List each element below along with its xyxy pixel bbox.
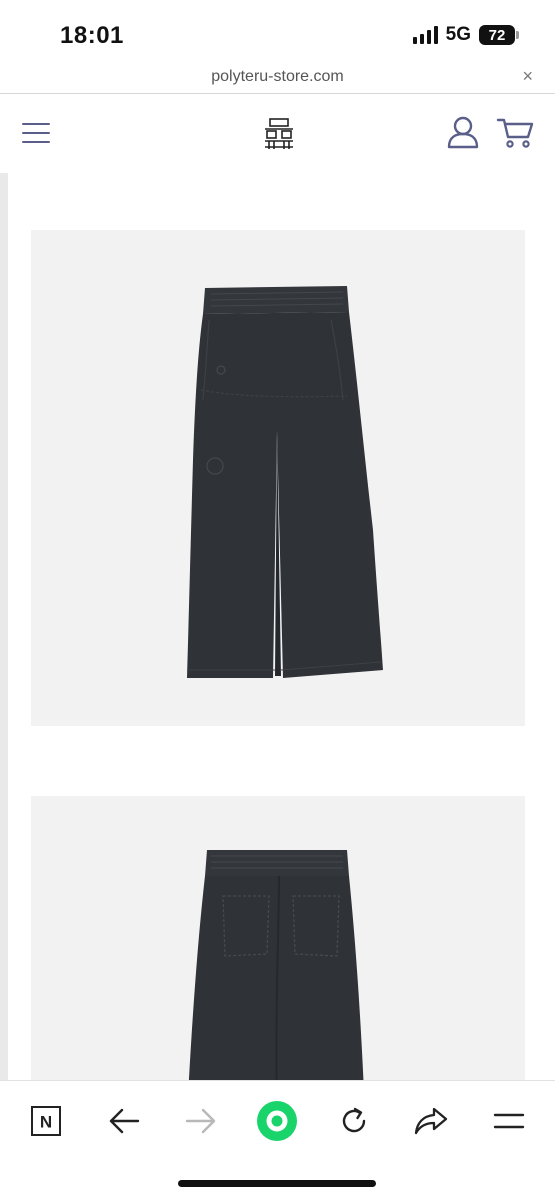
- pants-front-image: [187, 286, 383, 678]
- hamburger-icon[interactable]: [22, 123, 50, 143]
- cart-icon[interactable]: [496, 117, 534, 149]
- reload-icon: [342, 1107, 366, 1133]
- share-icon: [414, 1107, 448, 1135]
- network-type: 5G: [445, 24, 471, 45]
- battery-icon: 72: [479, 25, 519, 45]
- product-gallery: [0, 173, 555, 1080]
- green-home-button[interactable]: [255, 1099, 299, 1143]
- status-time: 18:01: [60, 22, 124, 49]
- status-indicators: 5G 72: [412, 24, 519, 46]
- back-button[interactable]: [102, 1099, 146, 1143]
- user-icon[interactable]: [446, 115, 480, 149]
- site-header: [0, 95, 555, 173]
- back-arrow-icon: [109, 1108, 140, 1134]
- left-rail: [0, 173, 8, 1080]
- signal-icon: [412, 26, 438, 44]
- naver-n-button[interactable]: N: [24, 1099, 68, 1143]
- forward-button[interactable]: [179, 1099, 223, 1143]
- green-dot-icon: [257, 1101, 297, 1141]
- close-icon[interactable]: ×: [522, 66, 533, 87]
- brand-logo-icon[interactable]: [263, 117, 295, 151]
- url-bar[interactable]: polyteru-store.com ×: [0, 62, 555, 94]
- status-bar: 18:01 5G 72: [0, 0, 555, 62]
- share-button[interactable]: [409, 1099, 453, 1143]
- url-text[interactable]: polyteru-store.com: [0, 68, 555, 86]
- forward-arrow-icon: [185, 1108, 216, 1134]
- menu-icon: [493, 1113, 525, 1129]
- home-indicator[interactable]: [178, 1180, 376, 1187]
- product-image-front[interactable]: [31, 230, 525, 726]
- naver-n-icon: N: [31, 1106, 61, 1136]
- menu-button[interactable]: [487, 1099, 531, 1143]
- reload-button[interactable]: [332, 1099, 376, 1143]
- svg-text:N: N: [40, 1113, 52, 1132]
- battery-level: 72: [488, 26, 506, 44]
- product-image-back[interactable]: [31, 796, 525, 1080]
- pants-back-image: [188, 850, 364, 1080]
